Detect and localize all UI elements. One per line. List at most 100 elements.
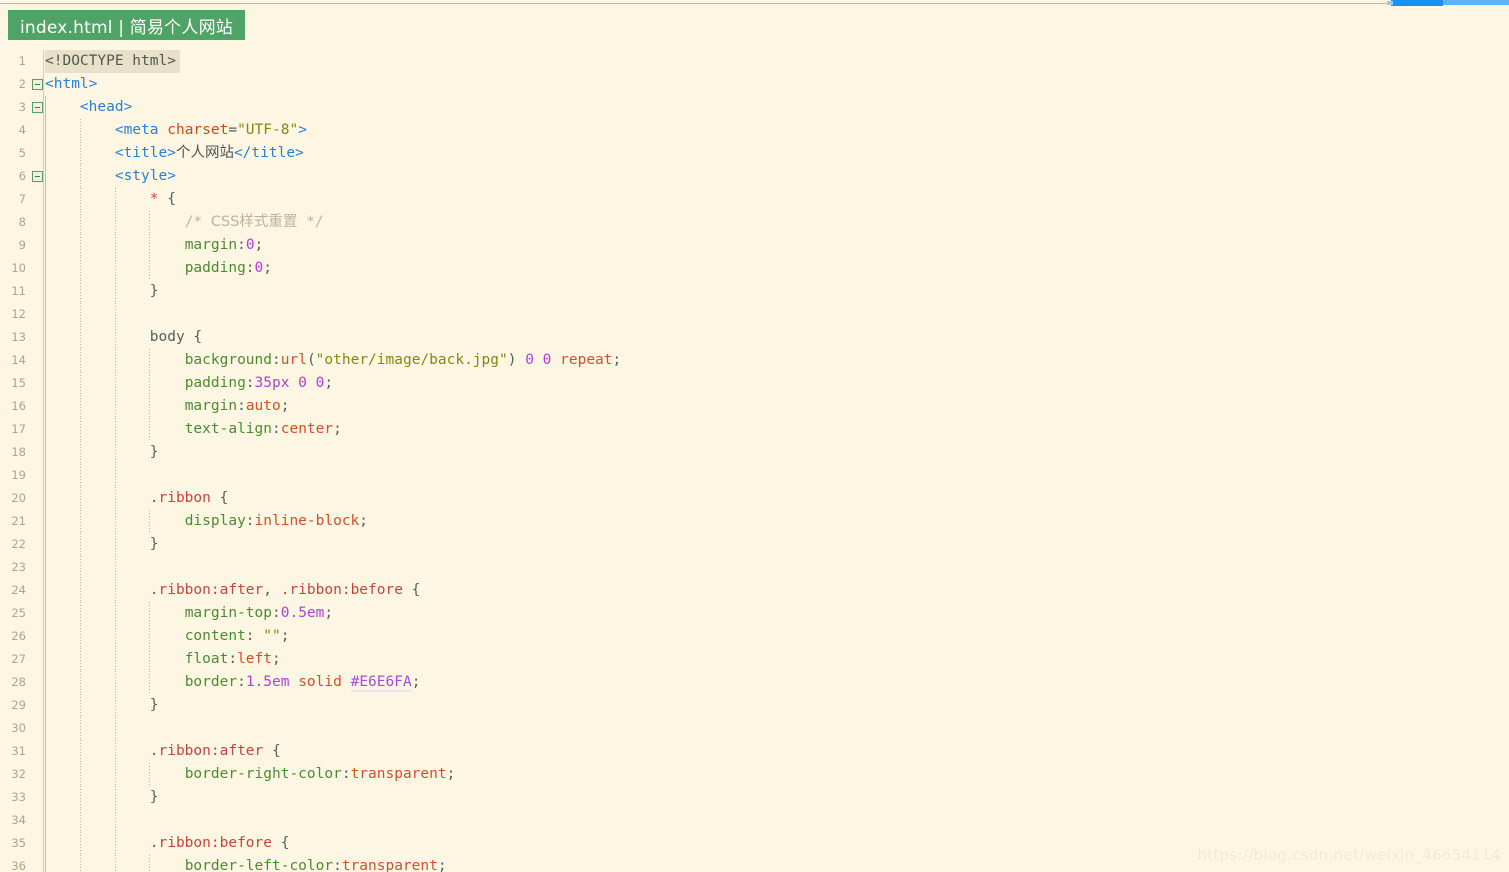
indent-guide: [114, 487, 116, 510]
indent-guide: [149, 855, 151, 872]
token: padding: [184, 260, 246, 276]
code-line[interactable]: 22 }: [0, 533, 1509, 556]
indent-guide: [149, 257, 151, 280]
code-line[interactable]: 26 content: "";: [0, 625, 1509, 648]
code-line[interactable]: 21 display:inline-block;: [0, 510, 1509, 533]
indent-guide: [45, 303, 46, 326]
indent-guide: [149, 372, 151, 395]
code-line[interactable]: 17 text-align:center;: [0, 418, 1509, 441]
indent-guide: [79, 119, 81, 142]
token: :: [341, 766, 351, 782]
indent-guide: [114, 855, 116, 872]
line-number: 31: [11, 744, 26, 758]
indent-guide: [79, 211, 81, 234]
code-line[interactable]: 31 .ribbon:after {: [0, 740, 1509, 763]
code-line[interactable]: 8 /* CSS样式重置 */: [0, 211, 1509, 234]
indent-guide: [45, 96, 46, 119]
line-source: text-align:center;: [45, 418, 342, 441]
token: 1.5em: [245, 674, 290, 690]
code-line[interactable]: 16 margin:auto;: [0, 395, 1509, 418]
horizontal-scrollbar[interactable]: [0, 0, 1509, 6]
code-line[interactable]: 20 .ribbon {: [0, 487, 1509, 510]
code-line[interactable]: 13 body {: [0, 326, 1509, 349]
token: "other/image/back.jpg": [315, 352, 508, 368]
editor-canvas[interactable]: 1 <!DOCTYPE html> 2 <html> 3 <head> 4 <meta c…: [0, 50, 1509, 872]
fold-toggle-icon[interactable]: [32, 102, 43, 113]
token: {: [402, 582, 421, 598]
code-line[interactable]: 3 <head>: [0, 96, 1509, 119]
code-line[interactable]: 5 <title>个人网站</title>: [0, 142, 1509, 165]
code-line[interactable]: 9 margin:0;: [0, 234, 1509, 257]
token: margin: [184, 398, 238, 414]
indent-guide: [79, 418, 81, 441]
fold-toggle-icon[interactable]: [32, 79, 43, 90]
code-line[interactable]: 32 border-right-color:transparent;: [0, 763, 1509, 786]
code-line[interactable]: 11 }: [0, 280, 1509, 303]
token: ;: [612, 352, 622, 368]
line-number: 24: [11, 583, 26, 597]
line-source: margin:0;: [45, 234, 264, 257]
scrollbar-thumb[interactable]: [1391, 0, 1443, 6]
token: ;: [272, 651, 281, 667]
code-line[interactable]: 27 float:left;: [0, 648, 1509, 671]
indent-guide: [45, 556, 46, 579]
code-line[interactable]: 7 * {: [0, 188, 1509, 211]
token: 0.5em: [280, 605, 325, 621]
code-line[interactable]: 29 }: [0, 694, 1509, 717]
file-title-badge[interactable]: index.html | 简易个人网站: [8, 10, 245, 40]
token: .ribbon:before: [280, 582, 403, 598]
code-line[interactable]: 30: [0, 717, 1509, 740]
token: <title>: [114, 145, 176, 161]
code-line[interactable]: 34: [0, 809, 1509, 832]
indent-guide: [79, 786, 81, 809]
indent-guide: [45, 717, 46, 740]
code-line[interactable]: 33 }: [0, 786, 1509, 809]
line-number: 17: [11, 422, 26, 436]
code-line[interactable]: 15 padding:35px 0 0;: [0, 372, 1509, 395]
code-line[interactable]: 18 }: [0, 441, 1509, 464]
indent-guide: [114, 648, 116, 671]
indent-guide: [149, 349, 151, 372]
indent-guide: [114, 395, 116, 418]
token: ;: [333, 421, 342, 437]
indent-guide: [79, 188, 81, 211]
token: content: [184, 628, 246, 644]
code-line[interactable]: 6 <style>: [0, 165, 1509, 188]
code-line[interactable]: 4 <meta charset="UTF-8">: [0, 119, 1509, 142]
token: :: [228, 651, 238, 667]
indent-guide: [79, 165, 81, 188]
code-line[interactable]: 24 .ribbon:after, .ribbon:before {: [0, 579, 1509, 602]
code-line[interactable]: 25 margin-top:0.5em;: [0, 602, 1509, 625]
indent-guide: [45, 211, 46, 234]
line-source: content: "";: [45, 625, 290, 648]
indent-guide: [114, 717, 116, 740]
code-line[interactable]: 14 background:url("other/image/back.jpg"…: [0, 349, 1509, 372]
indent-guide: [149, 763, 151, 786]
code-line[interactable]: 23: [0, 556, 1509, 579]
token: <html>: [45, 76, 98, 92]
line-source: <meta charset="UTF-8">: [45, 119, 307, 142]
indent-guide: [45, 694, 46, 717]
code-line[interactable]: 10 padding:0;: [0, 257, 1509, 280]
scrollbar-rule: [0, 3, 1509, 4]
fold-toggle-icon[interactable]: [32, 171, 43, 182]
indent-guide: [149, 671, 151, 694]
line-number: 14: [11, 353, 26, 367]
line-number: 5: [18, 146, 26, 160]
indent-guide: [114, 257, 116, 280]
code-line[interactable]: 2 <html>: [0, 73, 1509, 96]
code-line[interactable]: 1 <!DOCTYPE html>: [0, 50, 1509, 73]
code-lines[interactable]: 1 <!DOCTYPE html> 2 <html> 3 <head> 4 <meta c…: [0, 50, 1509, 872]
code-line[interactable]: 28 border:1.5em solid #E6E6FA;: [0, 671, 1509, 694]
token: }: [149, 789, 159, 805]
code-line[interactable]: 19: [0, 464, 1509, 487]
indent-guide: [79, 763, 81, 786]
token: ;: [263, 260, 272, 276]
code-line[interactable]: 12: [0, 303, 1509, 326]
token: solid: [298, 674, 342, 690]
token: ;: [359, 513, 369, 529]
indent-guide: [45, 809, 46, 832]
